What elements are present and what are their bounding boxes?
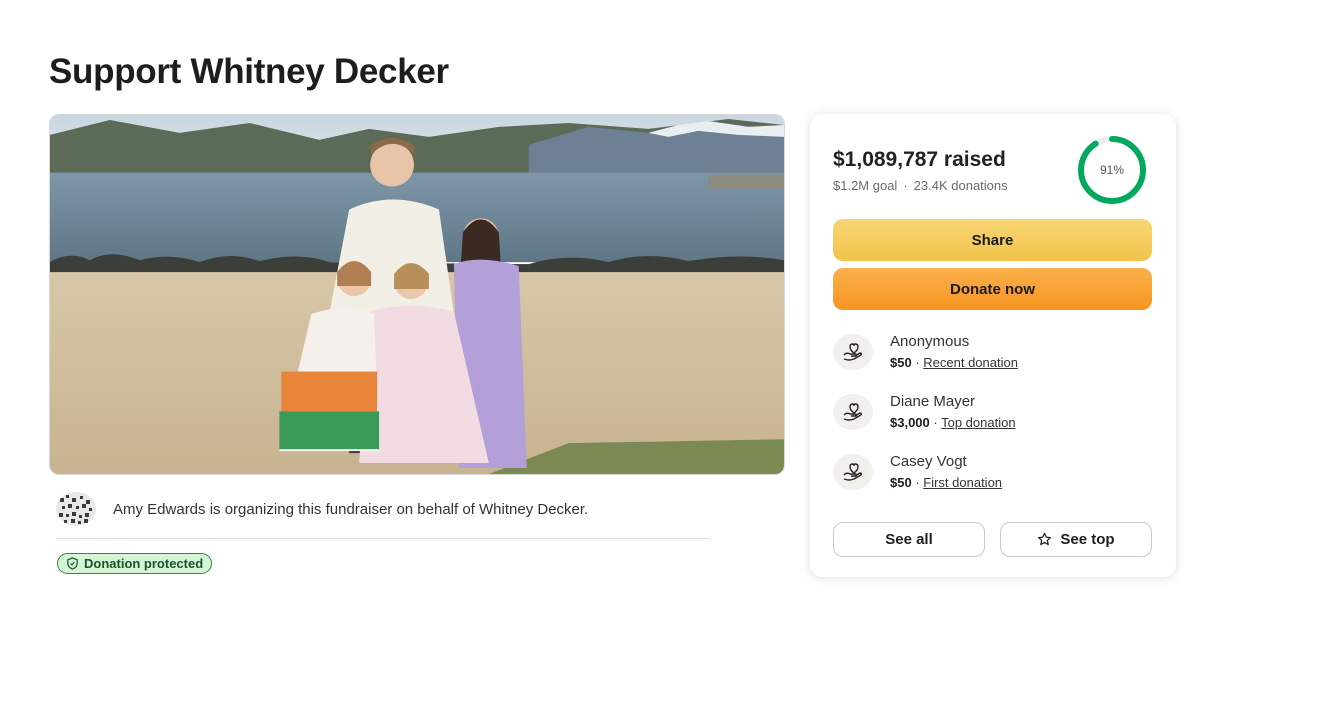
donation-heart-icon	[833, 334, 873, 370]
donor-detail: $50 · First donation	[890, 475, 1003, 490]
donation-heart-icon	[833, 454, 873, 490]
donor-name: Casey Vogt	[890, 453, 967, 470]
star-icon	[1038, 532, 1052, 546]
donor-name: Diane Mayer	[890, 393, 976, 410]
shield-icon	[67, 557, 78, 570]
donor-item: Diane Mayer $3,000 · Top donation	[833, 390, 1153, 438]
organizer-text: Amy Edwards is organizing this fundraise…	[113, 500, 589, 518]
goal-summary: $1.2M goal · 23.4K donations	[833, 178, 1008, 193]
hand-heart-icon	[843, 463, 863, 481]
goal-amount: $1.2M goal	[833, 178, 898, 193]
donor-detail: $50 · Recent donation	[890, 355, 1018, 370]
hero-image[interactable]	[49, 114, 785, 475]
avatar-pattern	[56, 492, 96, 526]
progress-percent: 91%	[1099, 163, 1125, 177]
donation-card: $1,089,787 raised $1.2M goal · 23.4K donat…	[810, 114, 1176, 577]
amount-raised: $1,089,787 raised	[833, 148, 1006, 171]
donor-amount: $50	[890, 475, 912, 490]
fundraiser-page: Support Whitney Decker Amy Edwards is or…	[0, 0, 1341, 704]
hero-photo	[50, 115, 784, 474]
badge-label: Donation protected	[84, 556, 204, 571]
donation-protected-badge[interactable]: Donation protected	[57, 553, 213, 574]
see-top-button[interactable]: See top	[1000, 522, 1152, 557]
donation-tag-link[interactable]: Top donation	[941, 415, 1015, 430]
divider	[56, 538, 710, 539]
donation-tag-link[interactable]: First donation	[923, 475, 1002, 490]
progress-ring: 91%	[1071, 134, 1153, 206]
see-all-button[interactable]: See all	[833, 522, 985, 557]
hand-heart-icon	[843, 343, 863, 361]
see-top-label: See top	[1060, 531, 1115, 548]
donation-tag-link[interactable]: Recent donation	[923, 355, 1018, 370]
share-button[interactable]: Share	[833, 219, 1152, 261]
see-all-label: See all	[885, 531, 933, 548]
organizer-avatar[interactable]	[56, 492, 96, 526]
donor-item: Casey Vogt $50 · First donation	[833, 450, 1153, 498]
donor-amount: $3,000	[890, 415, 930, 430]
donate-now-button[interactable]: Donate now	[833, 268, 1152, 310]
donation-count: 23.4K donations	[913, 178, 1008, 193]
organizer-row: Amy Edwards is organizing this fundraise…	[56, 490, 710, 528]
separator: ·	[903, 178, 908, 193]
donor-detail: $3,000 · Top donation	[890, 415, 1016, 430]
donation-heart-icon	[833, 394, 873, 430]
hand-heart-icon	[843, 403, 863, 421]
donor-name: Anonymous	[890, 333, 970, 350]
page-title: Support Whitney Decker	[49, 52, 449, 91]
donor-amount: $50	[890, 355, 912, 370]
donor-item: Anonymous $50 · Recent donation	[833, 330, 1153, 378]
